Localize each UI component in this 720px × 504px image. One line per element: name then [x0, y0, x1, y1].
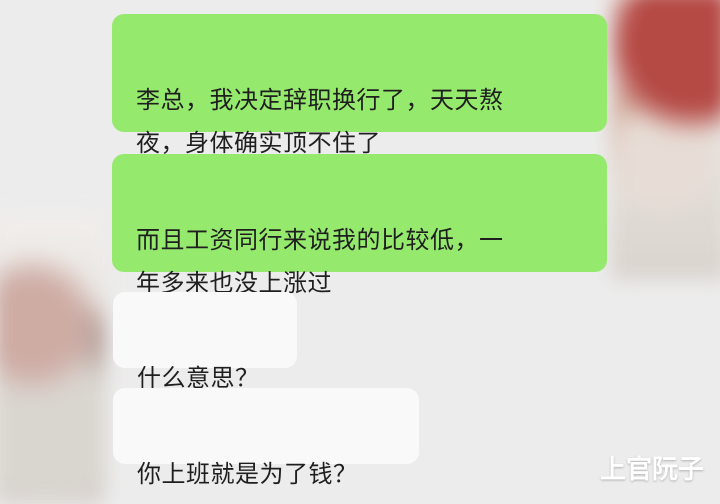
watermark: 上官阮子 [599, 455, 704, 485]
outgoing-message-bubble: 而且工资同行来说我的比较低，一 年多来也没上涨过 [112, 154, 607, 297]
chat-conversation: 李总，我决定辞职换行了，天天熬 夜，身体确实顶不住了 而且工资同行来说我的比较低… [0, 0, 720, 504]
incoming-message-bubble: 你上班就是为了钱？ [113, 388, 419, 488]
blurred-avatar-icon [0, 214, 106, 504]
outgoing-message-bubble: 李总，我决定辞职换行了，天天熬 夜，身体确实顶不住了 [112, 14, 607, 157]
message-text: 李总，我决定辞职换行了，天天熬 夜，身体确实顶不住了 [136, 86, 504, 157]
blurred-avatar-icon [610, 0, 720, 280]
message-text: 而且工资同行来说我的比较低，一 年多来也没上涨过 [136, 226, 504, 297]
message-text: 你上班就是为了钱？ [137, 460, 358, 488]
incoming-message-bubble: 什么意思？ [113, 292, 297, 392]
